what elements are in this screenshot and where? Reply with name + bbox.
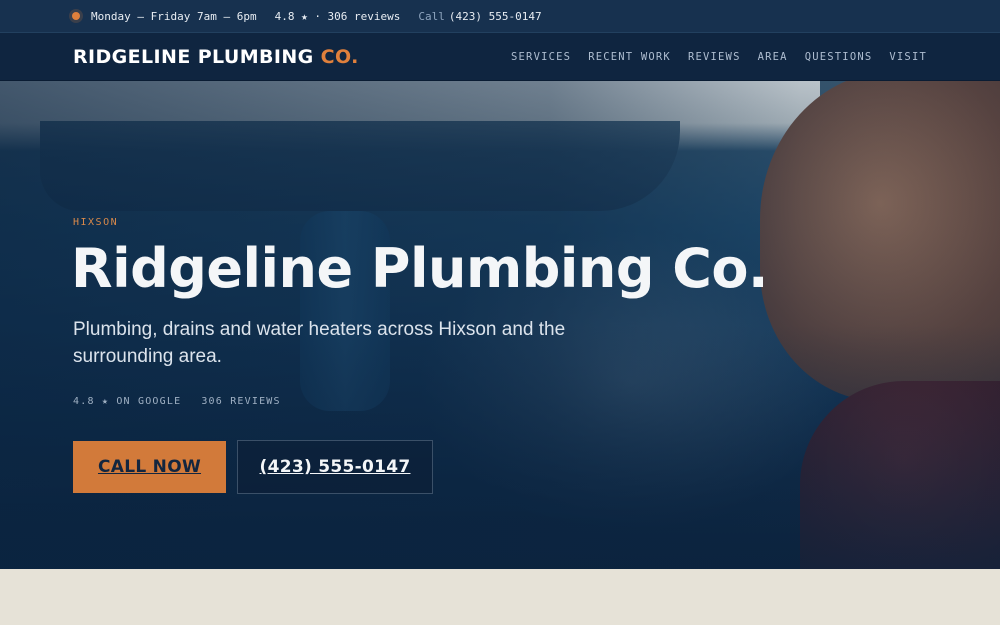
primary-nav: SERVICES RECENT WORK REVIEWS AREA QUESTI… — [511, 33, 927, 81]
top-info-bar: Monday – Friday 7am – 6pm 4.8 ★ · 306 re… — [0, 0, 1000, 33]
rating-summary: 4.8 ★ · 306 reviews — [274, 9, 401, 23]
nav-questions[interactable]: QUESTIONS — [805, 51, 873, 63]
brand-logo[interactable]: RIDGELINE PLUMBING CO. — [73, 46, 359, 68]
hero-stats: 4.8 ★ ON GOOGLE 306 REVIEWS — [73, 396, 281, 407]
nav-area[interactable]: AREA — [758, 51, 788, 63]
hero-section: HIXSON Ridgeline Plumbing Co. Plumbing, … — [0, 81, 1000, 569]
business-hours: Monday – Friday 7am – 6pm — [91, 9, 257, 23]
brand-accent: CO. — [320, 45, 359, 68]
hero-location: HIXSON — [73, 217, 119, 228]
brand-name: RIDGELINE PLUMBING — [73, 45, 314, 68]
nav-services[interactable]: SERVICES — [511, 51, 571, 63]
hero-title: Ridgeline Plumbing Co. — [71, 237, 769, 300]
main-navbar: RIDGELINE PLUMBING CO. SERVICES RECENT W… — [0, 33, 1000, 81]
call-now-button[interactable]: CALL NOW — [73, 441, 226, 493]
nav-reviews[interactable]: REVIEWS — [688, 51, 741, 63]
topbar-call-link[interactable]: Call (423) 555-0147 — [418, 10, 541, 23]
review-count: 306 REVIEWS — [201, 396, 281, 407]
open-status-dot-icon — [72, 12, 80, 20]
next-section — [0, 569, 1000, 625]
nav-recent-work[interactable]: RECENT WORK — [588, 51, 671, 63]
call-phone: (423) 555-0147 — [448, 9, 542, 23]
phone-number-button[interactable]: (423) 555-0147 — [237, 440, 433, 494]
google-rating: 4.8 ★ ON GOOGLE — [73, 396, 182, 407]
hero-subtitle: Plumbing, drains and water heaters acros… — [73, 319, 566, 367]
nav-visit[interactable]: VISIT — [889, 51, 927, 63]
call-label: Call — [418, 9, 445, 23]
